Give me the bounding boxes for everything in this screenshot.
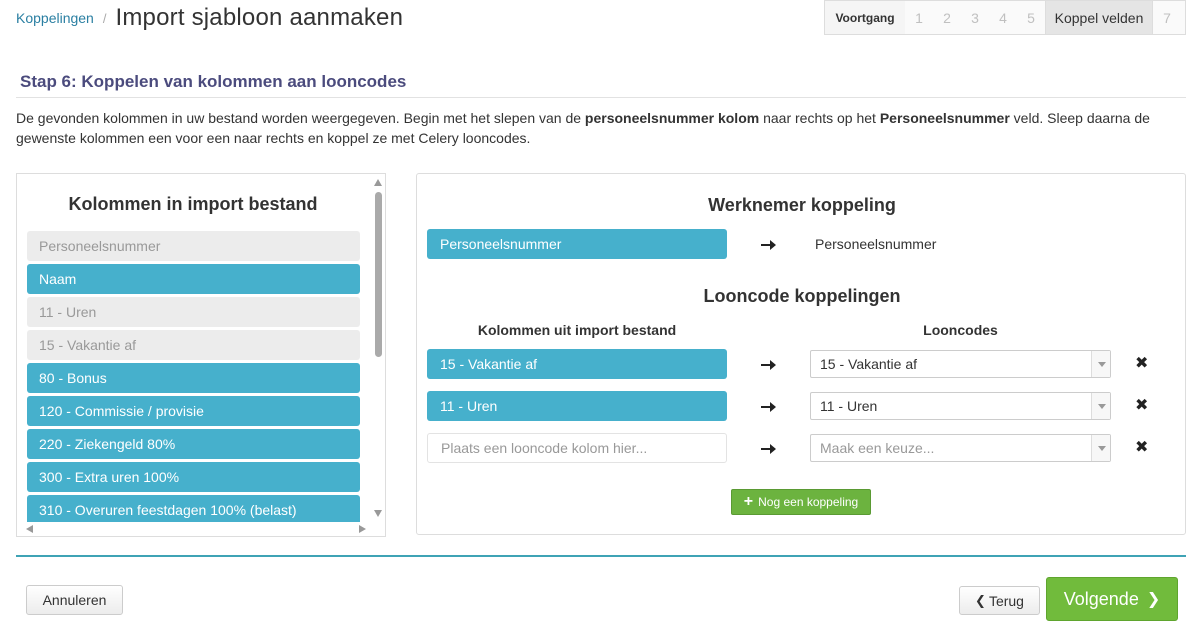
employee-source-field[interactable]: Personeelsnummer	[427, 229, 727, 259]
close-icon[interactable]: ✖	[1135, 398, 1148, 414]
looncode-select-placeholder: Maak een keuze...	[820, 440, 935, 456]
scrollbar-thumb[interactable]	[375, 192, 382, 357]
plus-icon: +	[743, 493, 754, 510]
add-mapping-label: Nog een koppeling	[758, 495, 859, 509]
employee-target-label: Personeelsnummer	[815, 236, 937, 252]
add-mapping-button[interactable]: + Nog een koppeling	[731, 489, 871, 515]
chevron-left-icon: ❮	[975, 592, 986, 608]
employee-mapping-title: Werknemer koppeling	[708, 195, 896, 215]
import-column-item: 15 - Vakantie af	[27, 330, 360, 360]
vertical-scrollbar[interactable]	[371, 174, 385, 522]
back-label: Terug	[988, 592, 1024, 609]
progress-step-4: 4	[999, 9, 1007, 26]
progress-indicator: Voortgang 1 2 3 4 5 Koppel velden 7	[824, 0, 1186, 35]
import-column-item: 11 - Uren	[27, 297, 360, 327]
breadcrumb: Koppelingen / Import sjabloon aanmaken	[16, 2, 403, 34]
next-button[interactable]: Volgende ❯	[1046, 577, 1178, 621]
import-column-item: Personeelsnummer	[27, 231, 360, 261]
scroll-up-icon[interactable]	[374, 179, 382, 186]
step-heading: Stap 6: Koppelen van kolommen aan loonco…	[20, 72, 407, 91]
looncode-select[interactable]: Maak een keuze...	[810, 434, 1111, 462]
breadcrumb-separator: /	[102, 10, 107, 26]
breadcrumb-link-koppelingen[interactable]: Koppelingen	[16, 10, 94, 26]
chevron-down-icon[interactable]	[1091, 435, 1110, 461]
back-button[interactable]: ❮ Terug	[959, 586, 1040, 615]
divider	[16, 97, 1186, 98]
chevron-down-icon[interactable]	[1091, 351, 1110, 377]
progress-label: Voortgang	[825, 1, 905, 34]
intro-part-2: naar rechts op het	[759, 110, 880, 126]
import-columns-panel: Kolommen in import bestand Personeelsnum…	[16, 173, 386, 537]
chevron-down-icon[interactable]	[1091, 393, 1110, 419]
progress-step-1: 1	[915, 9, 923, 26]
page-title: Import sjabloon aanmaken	[115, 4, 404, 31]
import-column-item[interactable]: 220 - Ziekengeld 80%	[27, 429, 360, 459]
progress-step-active: Koppel velden	[1045, 1, 1153, 34]
horizontal-scrollbar[interactable]	[17, 522, 385, 536]
import-column-item[interactable]: 300 - Extra uren 100%	[27, 462, 360, 492]
arrow-right-icon	[761, 402, 776, 412]
progress-step-5: 5	[1027, 9, 1035, 26]
intro-bold-1: personeelsnummer kolom	[584, 110, 760, 126]
footer-divider	[16, 555, 1186, 557]
source-column-header: Kolommen uit import bestand	[477, 322, 677, 338]
mapping-source-field[interactable]: 11 - Uren	[427, 391, 727, 421]
import-column-item[interactable]: 310 - Overuren feestdagen 100% (belast)	[27, 495, 360, 525]
looncode-column-header: Looncodes	[923, 322, 998, 338]
import-column-item[interactable]: 80 - Bonus	[27, 363, 360, 393]
import-column-item[interactable]: Naam	[27, 264, 360, 294]
scroll-down-icon[interactable]	[374, 510, 382, 517]
import-column-item[interactable]: 120 - Commissie / provisie	[27, 396, 360, 426]
scroll-left-icon[interactable]	[26, 525, 33, 533]
intro-bold-2: Personeelsnummer	[879, 110, 1010, 126]
import-columns-title: Kolommen in import bestand	[68, 194, 318, 214]
close-icon[interactable]: ✖	[1135, 356, 1148, 372]
intro-text: De gevonden kolommen in uw bestand worde…	[16, 108, 1176, 148]
progress-step-3: 3	[971, 9, 979, 26]
arrow-right-icon	[761, 240, 776, 250]
cancel-button[interactable]: Annuleren	[26, 585, 123, 615]
looncode-select-value: 11 - Uren	[820, 398, 878, 414]
mapping-source-field[interactable]: 15 - Vakantie af	[427, 349, 727, 379]
looncode-select-value: 15 - Vakantie af	[820, 356, 918, 372]
scroll-right-icon[interactable]	[359, 525, 366, 533]
looncode-drop-zone[interactable]: Plaats een looncode kolom hier...	[427, 433, 727, 463]
next-label: Volgende	[1063, 588, 1139, 609]
arrow-right-icon	[761, 444, 776, 454]
intro-part-1: De gevonden kolommen in uw bestand worde…	[16, 110, 585, 126]
looncode-mapping-title: Looncode koppelingen	[703, 286, 901, 306]
close-icon[interactable]: ✖	[1135, 440, 1148, 456]
looncode-select[interactable]: 15 - Vakantie af	[810, 350, 1111, 378]
progress-step-2: 2	[943, 9, 951, 26]
arrow-right-icon	[761, 360, 776, 370]
progress-step-7: 7	[1163, 9, 1171, 26]
mapping-panel: Werknemer koppeling Personeelsnummer Per…	[416, 173, 1186, 535]
looncode-select[interactable]: 11 - Uren	[810, 392, 1111, 420]
chevron-right-icon: ❯	[1146, 591, 1161, 608]
